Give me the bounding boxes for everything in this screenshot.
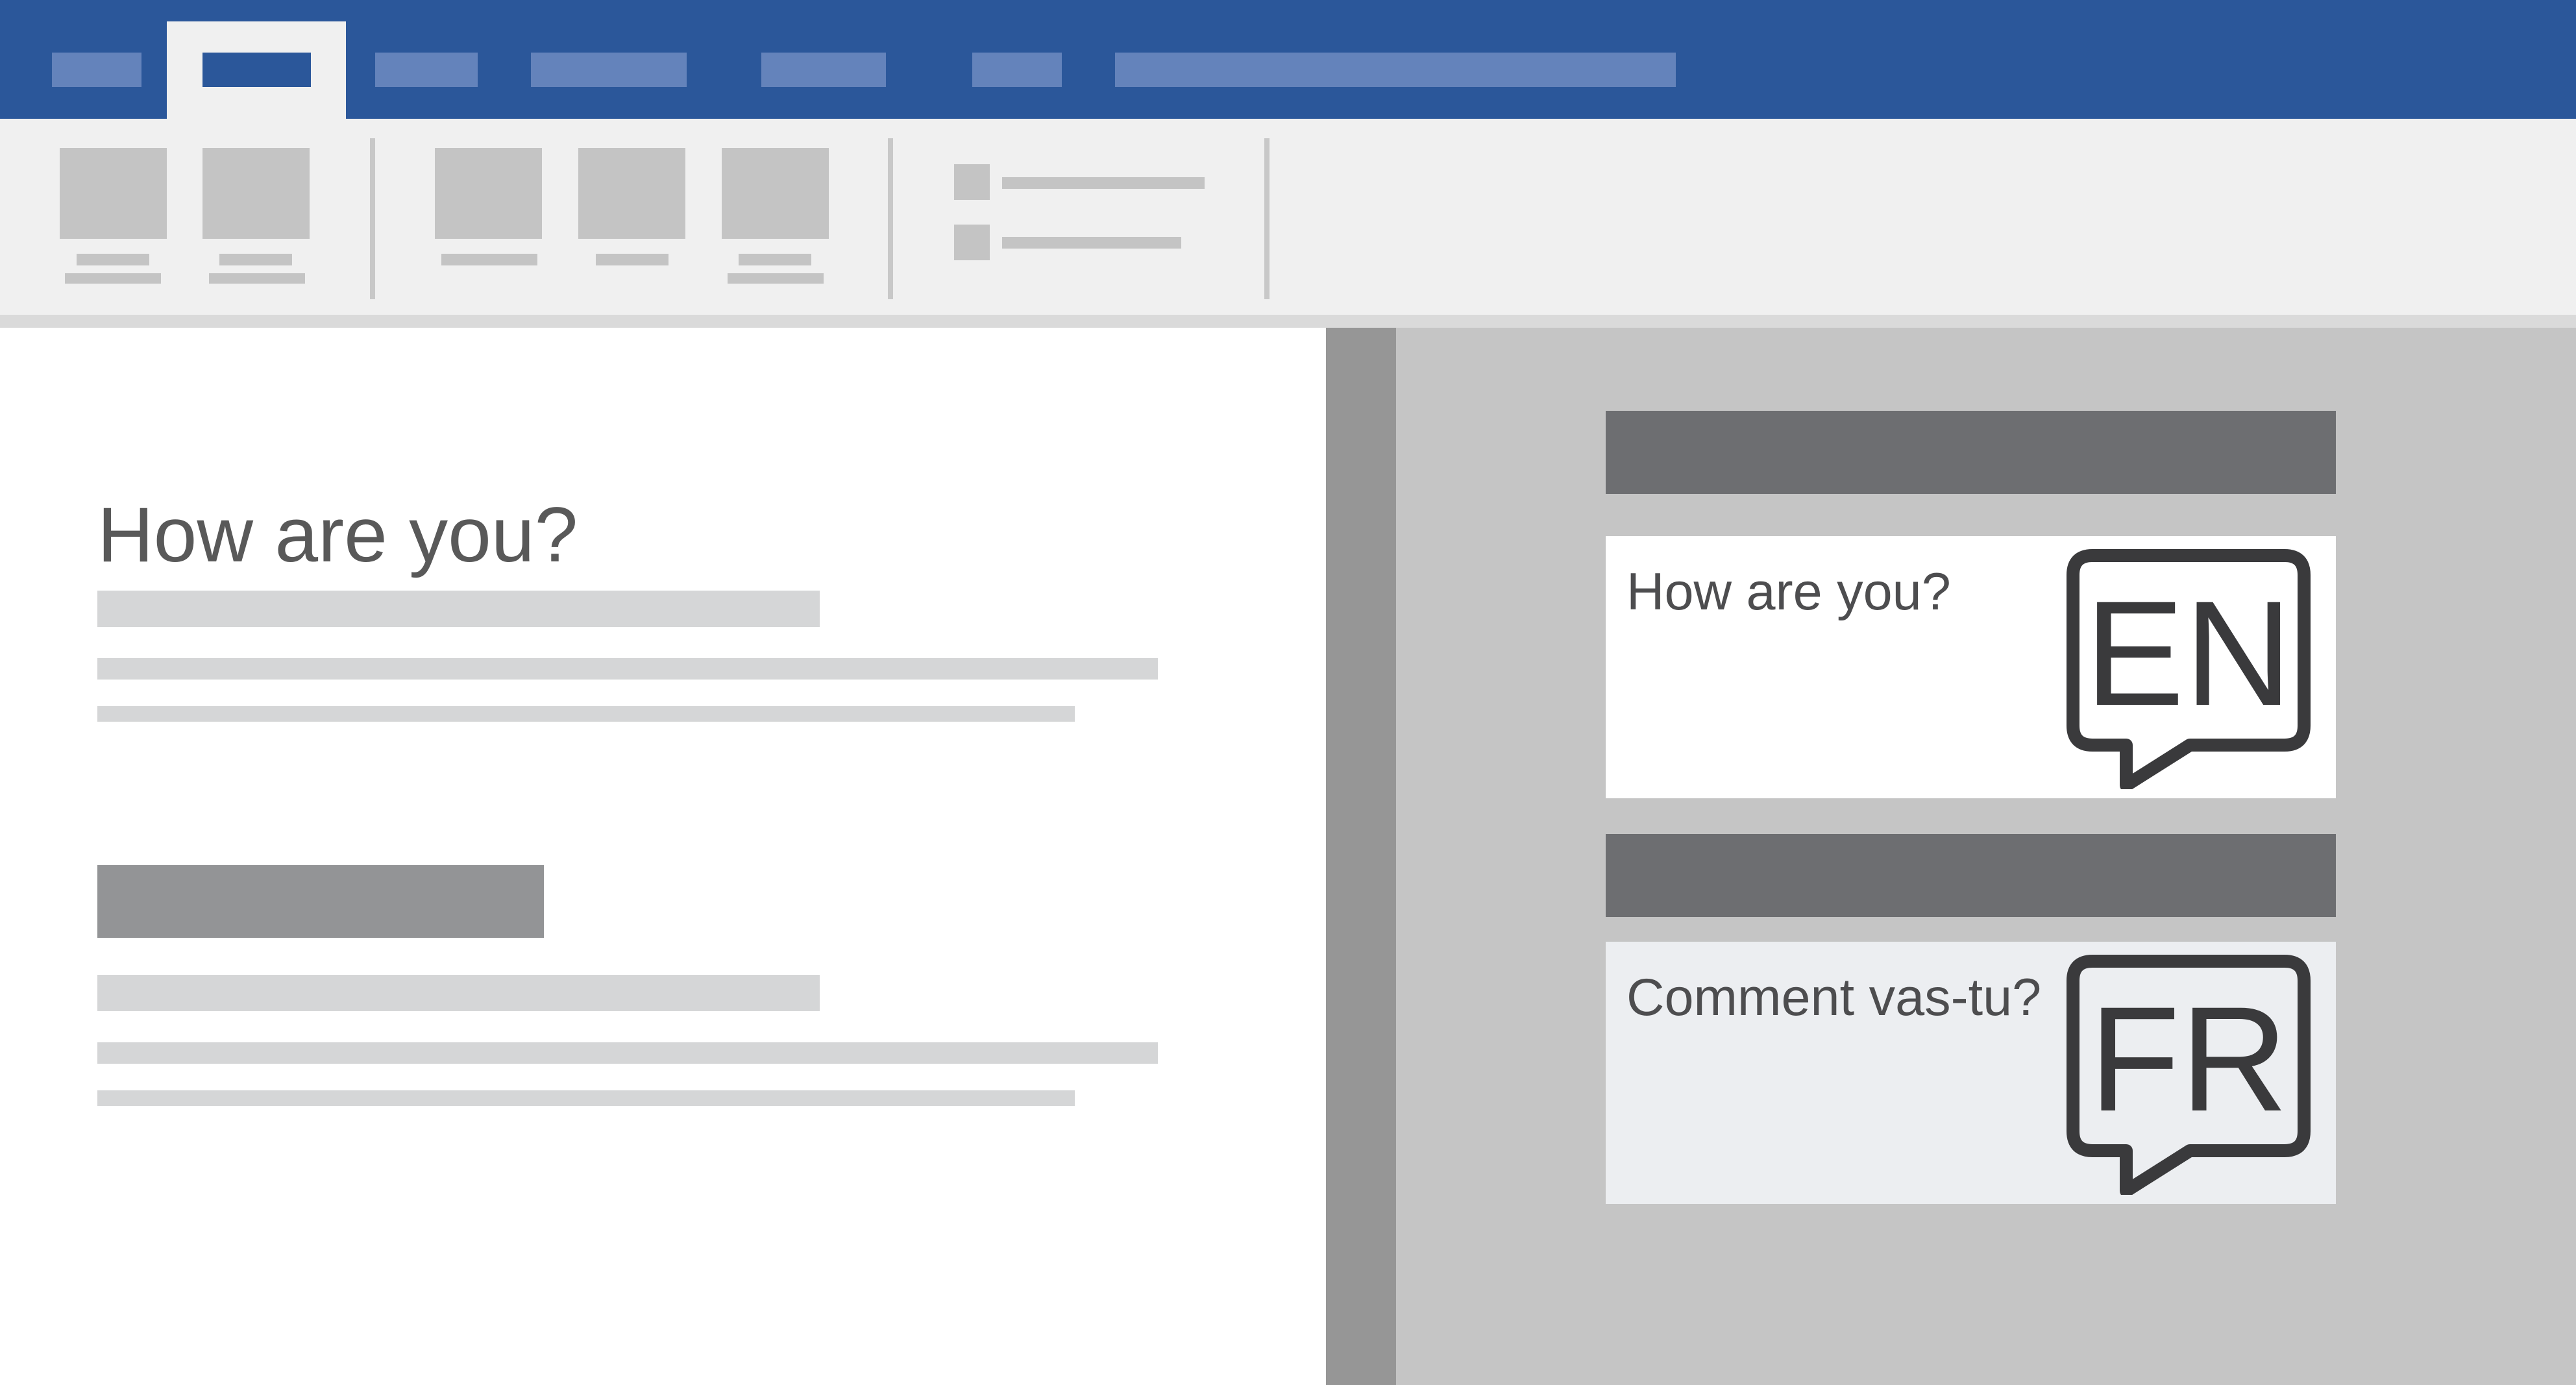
ribbon-button-icon[interactable]	[60, 148, 167, 239]
ribbon-button-label	[77, 254, 149, 265]
ribbon-button-label	[739, 254, 811, 265]
ribbon-button-label	[219, 254, 292, 265]
target-text[interactable]: Comment vas-tu?	[1626, 965, 2041, 1030]
source-text[interactable]: How are you?	[1626, 559, 1951, 624]
source-language-header[interactable]	[1606, 411, 2336, 494]
document-text-line	[97, 1042, 1158, 1064]
document-text-line	[97, 706, 1075, 722]
ribbon-button-label	[209, 273, 305, 284]
ribbon-button-label	[441, 254, 537, 265]
document-text-line	[97, 1090, 1075, 1106]
source-language-code: EN	[2085, 570, 2292, 737]
ribbon-separator	[888, 138, 893, 299]
title-bar	[0, 0, 2576, 119]
ribbon-button-icon[interactable]	[578, 148, 685, 239]
document-subtitle-line	[97, 591, 820, 627]
tab-insert[interactable]	[375, 53, 478, 87]
document-subtitle-line	[97, 975, 820, 1011]
document-page[interactable]	[0, 328, 1326, 1385]
ribbon-border	[0, 315, 2576, 328]
tab-layout[interactable]	[761, 53, 886, 87]
ribbon-separator	[1264, 138, 1270, 299]
document-text-line	[97, 658, 1158, 680]
source-language-badge: EN	[2067, 549, 2311, 789]
tell-me-search[interactable]	[1115, 53, 1676, 87]
source-text-card[interactable]: How are you? EN	[1606, 536, 2336, 798]
ribbon-button-label	[596, 254, 669, 265]
document-heading[interactable]: How are you?	[97, 489, 876, 581]
ribbon-small-label	[1002, 177, 1205, 189]
ribbon-small-label	[1002, 237, 1181, 249]
ribbon-small-icon[interactable]	[954, 225, 990, 260]
tab-review[interactable]	[972, 53, 1062, 87]
ribbon	[0, 119, 2576, 315]
pane-splitter[interactable]	[1326, 328, 1396, 1385]
ribbon-button-label	[728, 273, 824, 284]
tab-file[interactable]	[52, 53, 141, 87]
target-text-card[interactable]: Comment vas-tu? FR	[1606, 942, 2336, 1204]
ribbon-button-icon[interactable]	[435, 148, 542, 239]
ribbon-small-icon[interactable]	[954, 164, 990, 200]
tab-home-label	[202, 53, 311, 87]
ribbon-button-icon[interactable]	[202, 148, 310, 239]
target-language-code: FR	[2089, 975, 2288, 1142]
tab-home-active[interactable]	[167, 21, 346, 119]
target-language-badge: FR	[2067, 955, 2311, 1195]
document-section-heading	[97, 865, 544, 938]
tab-design[interactable]	[531, 53, 687, 87]
target-language-header[interactable]	[1606, 834, 2336, 917]
ribbon-separator	[370, 138, 375, 299]
ribbon-button-label	[65, 273, 161, 284]
ribbon-button-icon[interactable]	[722, 148, 829, 239]
